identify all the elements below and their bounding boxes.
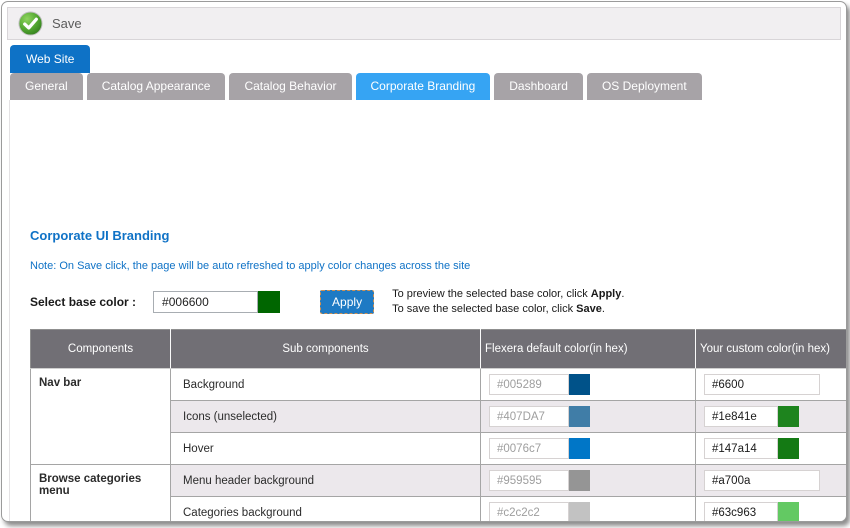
default-color-swatch [569,470,590,491]
tab-dashboard[interactable]: Dashboard [494,73,583,100]
header-default-color: Flexera default color(in hex) [481,330,696,369]
custom-hex-input[interactable] [704,406,778,427]
custom-hex-input[interactable] [704,502,778,522]
default-hex-input [489,470,569,491]
custom-color-cell [696,465,848,497]
custom-color-swatch [778,502,799,522]
sub-component-cell: Icons (unselected) [171,401,481,433]
custom-color-cell [696,433,848,465]
tab-catalog-behavior[interactable]: Catalog Behavior [229,73,351,100]
default-color-swatch [569,502,590,522]
application-window: Save Web Site GeneralCatalog AppearanceC… [1,1,847,522]
save-button[interactable]: Save [18,11,82,36]
tab-bar: GeneralCatalog AppearanceCatalog Behavio… [10,73,702,100]
custom-color-swatch [778,406,799,427]
base-color-row: Select base color : Apply To preview the… [30,287,624,317]
tab-corporate-branding[interactable]: Corporate Branding [356,73,491,100]
branding-table: Components Sub components Flexera defaul… [30,329,847,522]
custom-hex-input[interactable] [704,374,820,395]
default-color-cell [481,465,696,497]
default-color-cell [481,401,696,433]
base-color-instructions: To preview the selected base color, clic… [392,287,624,317]
table-row: Nav barBackground [31,369,848,401]
branding-table-header: Components Sub components Flexera defaul… [31,330,848,369]
default-color-cell [481,433,696,465]
sub-component-cell: Menu header background [171,465,481,497]
default-color-swatch [569,374,590,395]
apply-button[interactable]: Apply [320,290,374,314]
table-row: Browse categories menuMenu header backgr… [31,465,848,497]
default-color-cell [481,369,696,401]
header-sub-components: Sub components [171,330,481,369]
custom-color-cell [696,401,848,433]
default-hex-input [489,406,569,427]
custom-hex-input[interactable] [704,470,820,491]
base-color-label: Select base color : [30,295,136,309]
page-title: Corporate UI Branding [30,228,169,243]
sub-component-cell: Hover [171,433,481,465]
instruction-line: To save the selected base color, click S… [392,302,624,317]
component-cell: Nav bar [31,369,171,465]
toolbar: Save [7,7,841,40]
sub-component-cell: Background [171,369,481,401]
default-color-swatch [569,406,590,427]
default-hex-input [489,502,569,522]
content-panel: Corporate UI Branding Note: On Save clic… [9,100,841,521]
component-cell: Browse categories menu [31,465,171,523]
default-hex-input [489,438,569,459]
header-components: Components [31,330,171,369]
tab-catalog-appearance[interactable]: Catalog Appearance [87,73,226,100]
default-color-swatch [569,438,590,459]
save-check-icon [18,11,43,36]
custom-color-swatch [778,438,799,459]
sub-component-cell: Categories background [171,497,481,523]
custom-color-cell [696,497,848,523]
custom-color-cell [696,369,848,401]
page-note: Note: On Save click, the page will be au… [30,260,470,272]
instruction-line: To preview the selected base color, clic… [392,287,624,302]
default-hex-input [489,374,569,395]
tab-web-site[interactable]: Web Site [10,45,90,73]
header-custom-color: Your custom color(in hex) [696,330,848,369]
default-color-cell [481,497,696,523]
tab-general[interactable]: General [10,73,83,100]
base-color-input[interactable] [153,291,258,313]
tab-os-deployment[interactable]: OS Deployment [587,73,702,100]
save-button-label: Save [52,16,82,31]
custom-hex-input[interactable] [704,438,778,459]
base-color-swatch [258,291,280,313]
